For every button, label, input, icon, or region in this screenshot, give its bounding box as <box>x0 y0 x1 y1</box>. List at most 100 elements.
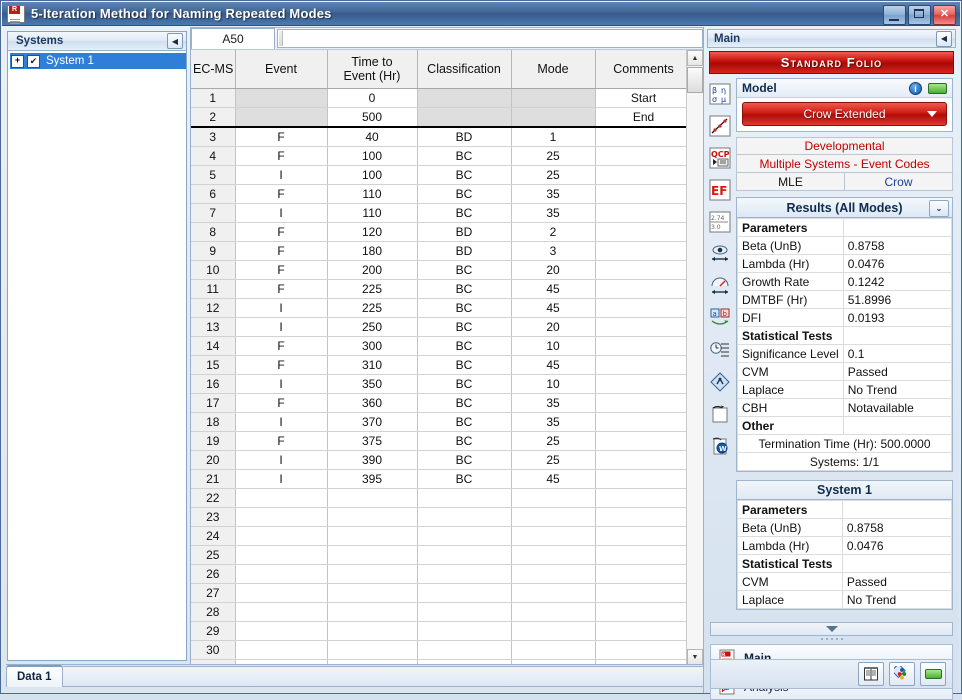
col-header-event[interactable]: Event <box>235 50 328 89</box>
table-row[interactable]: 22 <box>191 488 686 508</box>
table-row[interactable]: 15 F 310 BC 45 <box>191 355 686 375</box>
row-developmental[interactable]: Developmental <box>736 137 953 155</box>
cell-comments[interactable] <box>595 507 686 527</box>
cell-comments[interactable] <box>595 279 686 299</box>
cell-comments[interactable] <box>595 526 686 546</box>
cell-mode[interactable] <box>511 602 596 622</box>
cell-classification[interactable]: BC <box>417 374 512 394</box>
cell-classification[interactable]: BC <box>417 355 512 375</box>
panel-gripper[interactable] <box>704 636 959 642</box>
ab-transform-icon[interactable]: a b <box>706 304 734 332</box>
cell-mode[interactable]: 35 <box>511 184 596 204</box>
cell-time-to-event[interactable]: 390 <box>327 450 418 470</box>
cell-comments[interactable] <box>595 450 686 470</box>
cell-time-to-event[interactable] <box>327 602 418 622</box>
cell-event[interactable] <box>235 602 328 622</box>
method-mle-label[interactable]: MLE <box>737 173 845 190</box>
cell-event[interactable]: F <box>235 355 328 375</box>
cell-time-to-event[interactable] <box>327 564 418 584</box>
row-number-cell[interactable]: 2 <box>191 107 236 128</box>
row-number-cell[interactable]: 24 <box>191 526 236 546</box>
cell-classification[interactable]: BC <box>417 450 512 470</box>
cell-comments[interactable] <box>595 469 686 489</box>
cell-event[interactable]: I <box>235 412 328 432</box>
cell-comments[interactable] <box>595 374 686 394</box>
row-number-cell[interactable]: 29 <box>191 621 236 641</box>
row-number-cell[interactable]: 18 <box>191 412 236 432</box>
row-number-cell[interactable]: 17 <box>191 393 236 413</box>
minimize-button[interactable] <box>883 5 906 25</box>
results-expand-icon[interactable]: ⌄ <box>929 200 949 217</box>
row-number-cell[interactable]: 27 <box>191 583 236 603</box>
table-row[interactable]: 16 I 350 BC 10 <box>191 374 686 394</box>
cell-mode[interactable]: 20 <box>511 317 596 337</box>
expand-plus-icon[interactable]: + <box>11 54 24 68</box>
collapse-left-icon[interactable]: ◀ <box>167 33 183 49</box>
cell-classification[interactable]: BD <box>417 241 512 261</box>
cell-mode[interactable]: 35 <box>511 393 596 413</box>
cell-comments[interactable] <box>595 583 686 603</box>
col-header-classification[interactable]: Classification <box>417 50 512 89</box>
cell-event[interactable]: I <box>235 298 328 318</box>
row-number-cell[interactable]: 1 <box>191 88 236 108</box>
row-number-cell[interactable]: 28 <box>191 602 236 622</box>
row-number-cell[interactable]: 21 <box>191 469 236 489</box>
table-row[interactable]: 28 <box>191 602 686 622</box>
cell-classification[interactable]: BC <box>417 298 512 318</box>
collapse-right-icon[interactable]: ◀ <box>936 30 952 47</box>
table-row[interactable]: 4 F 100 BC 25 <box>191 146 686 166</box>
row-number-cell[interactable]: 16 <box>191 374 236 394</box>
cell-mode[interactable]: 2 <box>511 222 596 242</box>
cell-mode[interactable] <box>511 621 596 641</box>
row-number-cell[interactable]: 11 <box>191 279 236 299</box>
table-row[interactable]: 1 0 Start <box>191 88 686 108</box>
cell-classification[interactable]: BC <box>417 279 512 299</box>
cell-time-to-event[interactable] <box>327 640 418 660</box>
cell-time-to-event[interactable]: 110 <box>327 203 418 223</box>
event-log-icon[interactable] <box>706 336 734 364</box>
close-button[interactable]: ✕ <box>933 5 956 25</box>
cell-comments[interactable] <box>595 412 686 432</box>
cell-comments[interactable] <box>595 336 686 356</box>
cell-comments[interactable] <box>595 545 686 565</box>
table-row[interactable]: 26 <box>191 564 686 584</box>
cell-classification[interactable] <box>417 621 512 641</box>
qcp-icon[interactable]: QCP <box>706 144 734 172</box>
table-row[interactable]: 17 F 360 BC 35 <box>191 393 686 413</box>
cell-event[interactable]: F <box>235 222 328 242</box>
cell-mode[interactable]: 10 <box>511 336 596 356</box>
cell-mode[interactable] <box>511 107 596 128</box>
cell-mode[interactable]: 10 <box>511 374 596 394</box>
watch-eye-icon[interactable] <box>706 240 734 268</box>
cell-classification[interactable]: BC <box>417 146 512 166</box>
table-row[interactable]: 10 F 200 BC 20 <box>191 260 686 280</box>
table-row[interactable]: 24 <box>191 526 686 546</box>
cell-event[interactable]: F <box>235 184 328 204</box>
cell-event[interactable] <box>235 583 328 603</box>
cell-classification[interactable]: BC <box>417 469 512 489</box>
cell-time-to-event[interactable]: 300 <box>327 336 418 356</box>
cell-classification[interactable]: BC <box>417 317 512 337</box>
data-grid[interactable]: EC-MS Event Time to Event (Hr) Classific… <box>191 50 686 665</box>
cell-mode[interactable] <box>511 88 596 108</box>
table-row[interactable]: 29 <box>191 621 686 641</box>
cell-time-to-event[interactable] <box>327 545 418 565</box>
cell-time-to-event[interactable] <box>327 526 418 546</box>
cell-event[interactable] <box>235 545 328 565</box>
table-row[interactable]: 19 F 375 BC 25 <box>191 431 686 451</box>
cell-mode[interactable] <box>511 564 596 584</box>
row-number-cell[interactable]: 15 <box>191 355 236 375</box>
cell-mode[interactable]: 45 <box>511 298 596 318</box>
cell-comments[interactable] <box>595 488 686 508</box>
table-row[interactable]: 11 F 225 BC 45 <box>191 279 686 299</box>
cell-time-to-event[interactable]: 40 <box>327 127 418 147</box>
cell-comments[interactable] <box>595 640 686 660</box>
table-row[interactable]: 5 I 100 BC 25 <box>191 165 686 185</box>
multiplot-icon[interactable] <box>706 368 734 396</box>
row-number-cell[interactable]: 23 <box>191 507 236 527</box>
cell-classification[interactable] <box>417 107 512 128</box>
row-number-cell[interactable]: 26 <box>191 564 236 584</box>
gauge-icon[interactable] <box>706 272 734 300</box>
cell-classification[interactable] <box>417 602 512 622</box>
cell-classification[interactable] <box>417 488 512 508</box>
